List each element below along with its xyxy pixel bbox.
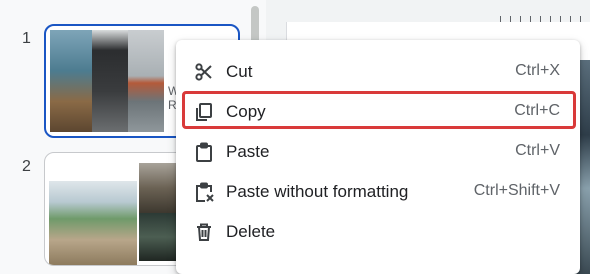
menu-item-delete[interactable]: Delete [176,212,580,250]
menu-item-shortcut: Ctrl+Shift+V [473,182,560,199]
copy-icon [194,102,214,122]
menu-item-paste-without-formatting[interactable]: Paste without formatting Ctrl+Shift+V [176,172,580,210]
clipboard-icon [194,142,214,162]
menu-item-paste[interactable]: Paste Ctrl+V [176,132,580,170]
menu-item-shortcut: Ctrl+C [514,102,560,119]
menu-item-label: Copy [226,102,266,121]
menu-item-label: Paste [226,142,270,161]
person-photo [92,30,128,132]
menu-item-cut[interactable]: Cut Ctrl+X [176,52,580,90]
menu-item-copy[interactable]: Copy Ctrl+C [176,92,580,130]
menu-item-shortcut: Ctrl+V [515,142,560,159]
bridge-photo [128,30,164,132]
menu-item-label: Cut [226,62,253,81]
slide-number-2: 2 [22,158,31,175]
context-menu: Cut Ctrl+X Copy Ctrl+C Paste Ctrl+V Past… [176,40,580,274]
trash-icon [194,222,214,242]
menu-item-label: Paste without formatting [226,182,409,201]
clipboard-clear-icon [194,182,214,202]
scissors-icon [194,62,214,82]
menu-item-label: Delete [226,222,276,241]
boardwalk-photo [49,181,137,265]
slide-number-1: 1 [22,30,31,47]
coast-photo [50,30,92,132]
menu-item-shortcut: Ctrl+X [515,62,560,79]
